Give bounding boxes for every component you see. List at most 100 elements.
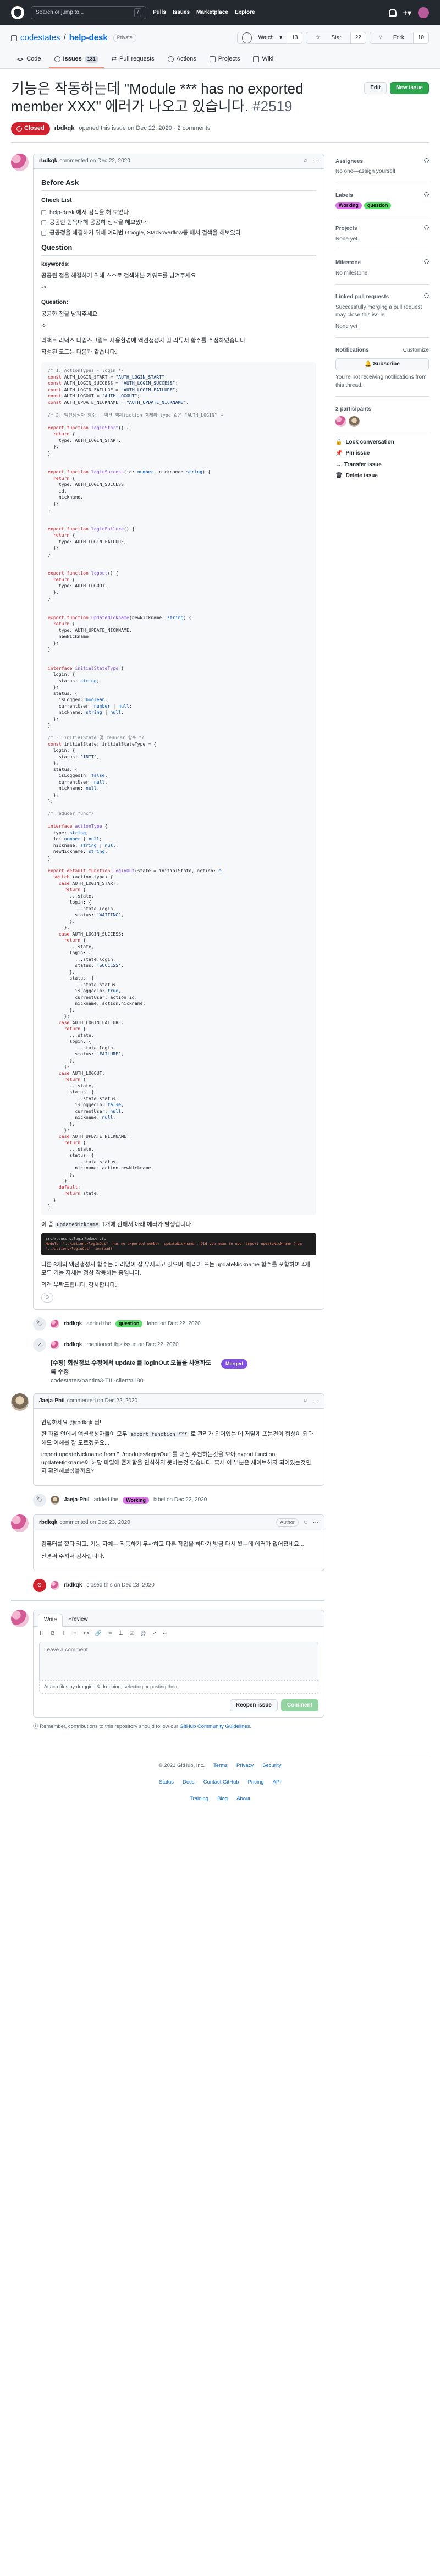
comment-timestamp[interactable]: commented on Dec 22, 2020 [67, 1397, 138, 1405]
link-icon[interactable]: 🔗 [95, 1630, 102, 1638]
footer-link-about[interactable]: About [237, 1795, 250, 1803]
avatar[interactable] [51, 1496, 59, 1505]
label-question[interactable]: question [115, 1320, 143, 1328]
tab-projects[interactable]: Projects [204, 52, 246, 68]
github-logo-icon[interactable] [11, 6, 24, 19]
watch-button[interactable]: Watch ▾ 13 [237, 32, 303, 44]
heading-icon[interactable]: H [39, 1630, 45, 1638]
star-count[interactable]: 22 [350, 32, 366, 43]
labels-title[interactable]: Labels [336, 192, 353, 200]
error-screenshot-image[interactable]: src/reducers/loginReducer.ts Module '"..… [41, 1233, 316, 1256]
reopen-issue-button[interactable]: Reopen issue [229, 1699, 278, 1712]
subscribe-button[interactable]: 🔔 Subscribe [336, 358, 429, 371]
checkbox[interactable] [41, 220, 46, 226]
footer-link-pricing[interactable]: Pricing [248, 1779, 264, 1786]
nav-marketplace[interactable]: Marketplace [196, 9, 228, 17]
tab-actions[interactable]: Actions [162, 52, 202, 68]
mentioned-pr-card[interactable]: [수정] 회원정보 수정에서 update 를 loginOut 모듈을 사용하… [51, 1359, 324, 1386]
community-guidelines-link[interactable]: GitHub Community Guidelines [180, 1724, 250, 1730]
smiley-icon[interactable]: ☺ [303, 1519, 309, 1527]
projects-title[interactable]: Projects [336, 225, 357, 233]
kebab-menu-icon[interactable]: ··· [313, 157, 318, 166]
comment-button[interactable]: Comment [280, 1699, 318, 1712]
lock-conversation-link[interactable]: 🔒 Lock conversation [336, 439, 429, 447]
label-working[interactable]: Working [123, 1496, 150, 1504]
gear-icon[interactable] [424, 192, 429, 197]
star-button[interactable]: ☆ Star 22 [306, 32, 366, 44]
italic-icon[interactable]: I [61, 1630, 67, 1638]
search-input[interactable]: Search or jump to... / [31, 6, 146, 19]
delete-issue-link[interactable]: 🗑 Delete issue [336, 472, 429, 480]
footer-link-terms[interactable]: Terms [213, 1762, 228, 1770]
footer-link-blog[interactable]: Blog [217, 1795, 228, 1803]
fork-count[interactable]: 10 [413, 32, 428, 43]
saved-reply-icon[interactable]: ↩ [162, 1630, 168, 1638]
comment-timestamp[interactable]: commented on Dec 23, 2020 [59, 1519, 130, 1527]
mention-icon[interactable]: @ [140, 1630, 146, 1638]
footer-link-api[interactable]: API [273, 1779, 281, 1786]
checkbox[interactable] [41, 230, 46, 236]
assignees-title[interactable]: Assignees [336, 158, 363, 166]
avatar[interactable] [51, 1319, 59, 1328]
code-icon[interactable]: <> [83, 1630, 90, 1638]
footer-link-security[interactable]: Security [262, 1762, 281, 1770]
footer-link-privacy[interactable]: Privacy [237, 1762, 254, 1770]
smiley-icon[interactable]: ☺ [303, 1397, 309, 1405]
numbered-list-icon[interactable]: 1. [118, 1630, 124, 1638]
tab-wiki[interactable]: Wiki [248, 52, 279, 68]
attach-files-area[interactable]: Attach files by dragging & dropping, sel… [39, 1680, 318, 1694]
footer-link-contact[interactable]: Contact GitHub [204, 1779, 239, 1786]
comment-author[interactable]: rbdkqk [39, 157, 57, 166]
fork-button[interactable]: ⑂ Fork 10 [369, 32, 429, 44]
avatar[interactable] [11, 1393, 29, 1411]
comment-author[interactable]: rbdkqk [39, 1519, 57, 1527]
comment-timestamp[interactable]: commented on Dec 22, 2020 [59, 157, 130, 166]
bold-icon[interactable]: B [50, 1630, 56, 1638]
tab-code[interactable]: <> Code [11, 52, 47, 68]
issue-author[interactable]: rbdkqk [54, 124, 75, 133]
assignees-value[interactable]: No one—assign yourself [336, 168, 429, 176]
user-avatar[interactable] [418, 7, 429, 18]
customize-link[interactable]: Customize [403, 347, 429, 355]
label-question[interactable]: question [364, 202, 392, 210]
repo-name-link[interactable]: help-desk [69, 32, 108, 44]
repo-owner-link[interactable]: codestates [20, 32, 61, 44]
nav-pulls[interactable]: Pulls [153, 9, 166, 17]
watch-count[interactable]: 13 [287, 32, 302, 43]
gear-icon[interactable] [424, 293, 429, 299]
cross-reference-icon[interactable]: ↗ [151, 1630, 157, 1638]
checkbox[interactable] [41, 210, 46, 216]
kebab-menu-icon[interactable]: ··· [313, 1397, 318, 1405]
participant-avatar[interactable] [349, 415, 360, 427]
footer-link-training[interactable]: Training [190, 1795, 208, 1803]
tab-write[interactable]: Write [38, 1613, 63, 1627]
mentioned-pr-title[interactable]: [수정] 회원정보 수정에서 update 를 loginOut 모듈을 사용하… [51, 1360, 211, 1375]
task-list-icon[interactable]: ☑ [129, 1630, 135, 1638]
pin-issue-link[interactable]: 📌 Pin issue [336, 450, 429, 458]
comment-textarea[interactable]: Leave a comment [39, 1641, 318, 1680]
linked-prs-title[interactable]: Linked pull requests [336, 293, 389, 302]
tab-issues[interactable]: Issues 131 [48, 52, 104, 68]
smiley-icon[interactable]: ☺ [303, 157, 309, 166]
gear-icon[interactable] [424, 225, 429, 231]
avatar[interactable] [11, 153, 29, 171]
new-issue-button[interactable]: New issue [390, 81, 429, 95]
notifications-bell-icon[interactable] [388, 8, 397, 17]
avatar[interactable] [51, 1580, 59, 1590]
label-working[interactable]: Working [336, 202, 362, 210]
tab-pull-requests[interactable]: ⇄ Pull requests [106, 52, 160, 68]
participant-avatar[interactable] [336, 415, 346, 427]
bullet-list-icon[interactable]: ≔ [107, 1630, 113, 1638]
avatar[interactable] [11, 1514, 29, 1533]
comment-author[interactable]: Jaeja-Phil [39, 1397, 65, 1405]
kebab-menu-icon[interactable]: ··· [313, 1519, 318, 1527]
tab-preview[interactable]: Preview [63, 1614, 94, 1627]
quote-icon[interactable]: ≡ [72, 1630, 78, 1638]
avatar[interactable] [51, 1340, 59, 1349]
footer-link-docs[interactable]: Docs [183, 1779, 195, 1786]
nav-explore[interactable]: Explore [235, 9, 255, 17]
nav-issues[interactable]: Issues [173, 9, 190, 17]
add-reaction-button[interactable]: ☺ [41, 1292, 53, 1303]
footer-link-status[interactable]: Status [159, 1779, 174, 1786]
milestone-title[interactable]: Milestone [336, 259, 361, 267]
